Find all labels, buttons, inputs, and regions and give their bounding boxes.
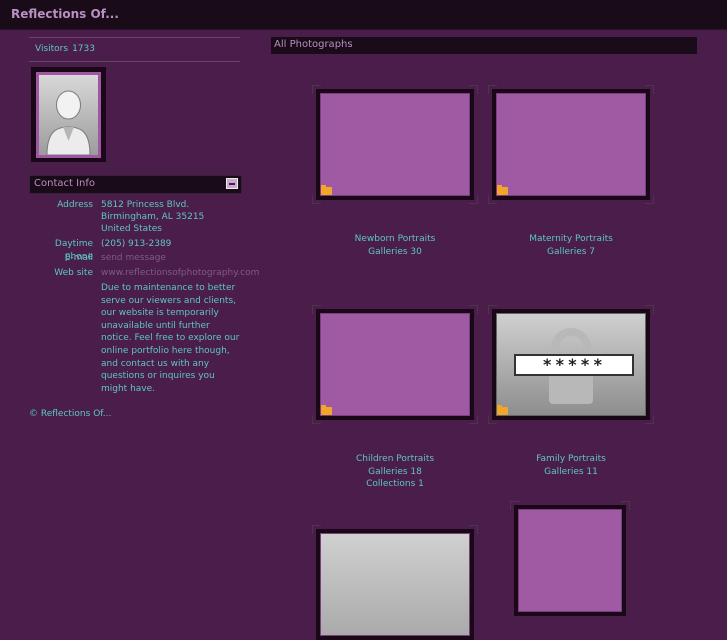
gallery-cover[interactable] bbox=[320, 313, 470, 416]
gallery-cover[interactable] bbox=[518, 509, 622, 612]
visitors-count: 1733 bbox=[72, 44, 95, 54]
gallery-count: Galleries 11 bbox=[544, 466, 598, 477]
avatar bbox=[36, 72, 101, 158]
gallery-count: Galleries 7 bbox=[546, 246, 596, 257]
maintenance-notice: Due to maintenance to better serve our v… bbox=[101, 283, 240, 394]
avatar-frame bbox=[26, 62, 111, 167]
divider bbox=[29, 37, 240, 38]
contact-info-header: Contact Info bbox=[29, 175, 242, 194]
gallery-title[interactable]: Newborn Portraits bbox=[316, 233, 474, 246]
gallery-cover[interactable]: ***** bbox=[496, 313, 646, 416]
all-photographs-header: All Photographs bbox=[271, 37, 697, 54]
gallery-count: Galleries 30 bbox=[368, 246, 422, 257]
website-link[interactable]: www.reflectionsofphotography.com bbox=[101, 267, 259, 280]
folder-icon bbox=[497, 185, 508, 195]
collection-count: Collections 1 bbox=[366, 479, 424, 489]
contact-info-title: Contact Info bbox=[34, 178, 96, 189]
gallery-caption: Family Portraits Galleries 11 bbox=[492, 453, 650, 478]
gallery-thumbnail-children[interactable] bbox=[312, 305, 478, 424]
gallery-caption: Newborn Portraits Galleries 30 bbox=[316, 233, 474, 258]
visitors-label: Visitors bbox=[35, 44, 69, 54]
gallery-cover[interactable] bbox=[320, 93, 470, 196]
top-bar: Reflections Of... bbox=[0, 0, 727, 30]
visitor-counter: Visitors 1733 bbox=[35, 44, 99, 54]
password-mask: ***** bbox=[514, 354, 634, 376]
gallery-thumbnail-family[interactable]: ***** bbox=[488, 305, 654, 424]
section-title: All Photographs bbox=[274, 39, 353, 50]
folder-icon bbox=[321, 405, 332, 415]
gallery-count: Galleries 18 bbox=[368, 466, 422, 477]
phone-value: (205) 913-2389 bbox=[101, 239, 172, 249]
person-silhouette-icon bbox=[46, 90, 91, 155]
copyright: © Reflections Of... bbox=[29, 409, 112, 419]
gallery-cover[interactable] bbox=[320, 533, 470, 636]
address-line-2: Birmingham, AL 35215 bbox=[101, 212, 205, 222]
gallery-thumbnail-partial[interactable] bbox=[510, 501, 630, 616]
gallery-title[interactable]: Maternity Portraits bbox=[492, 233, 650, 246]
collapse-icon[interactable] bbox=[226, 178, 238, 189]
divider bbox=[29, 61, 240, 62]
site-title[interactable]: Reflections Of... bbox=[11, 7, 119, 21]
address-line-1: 5812 Princess Blvd. bbox=[101, 200, 190, 210]
gallery-thumbnail-newborn[interactable] bbox=[312, 85, 478, 204]
website-label: Web site bbox=[54, 268, 93, 278]
gallery-title[interactable]: Family Portraits bbox=[492, 453, 650, 466]
folder-icon bbox=[497, 405, 508, 415]
gallery-caption: Maternity Portraits Galleries 7 bbox=[492, 233, 650, 258]
gallery-title[interactable]: Children Portraits bbox=[316, 453, 474, 466]
email-label: E-mail bbox=[64, 253, 93, 263]
gallery-cover[interactable] bbox=[496, 93, 646, 196]
gallery-thumbnail-partial[interactable] bbox=[312, 525, 478, 640]
address-label: Address bbox=[57, 200, 93, 210]
address-line-3: United States bbox=[101, 224, 162, 234]
gallery-thumbnail-maternity[interactable] bbox=[488, 85, 654, 204]
gallery-caption: Children Portraits Galleries 18 Collecti… bbox=[316, 453, 474, 491]
folder-icon bbox=[321, 185, 332, 195]
send-message-link[interactable]: send message bbox=[101, 252, 243, 265]
